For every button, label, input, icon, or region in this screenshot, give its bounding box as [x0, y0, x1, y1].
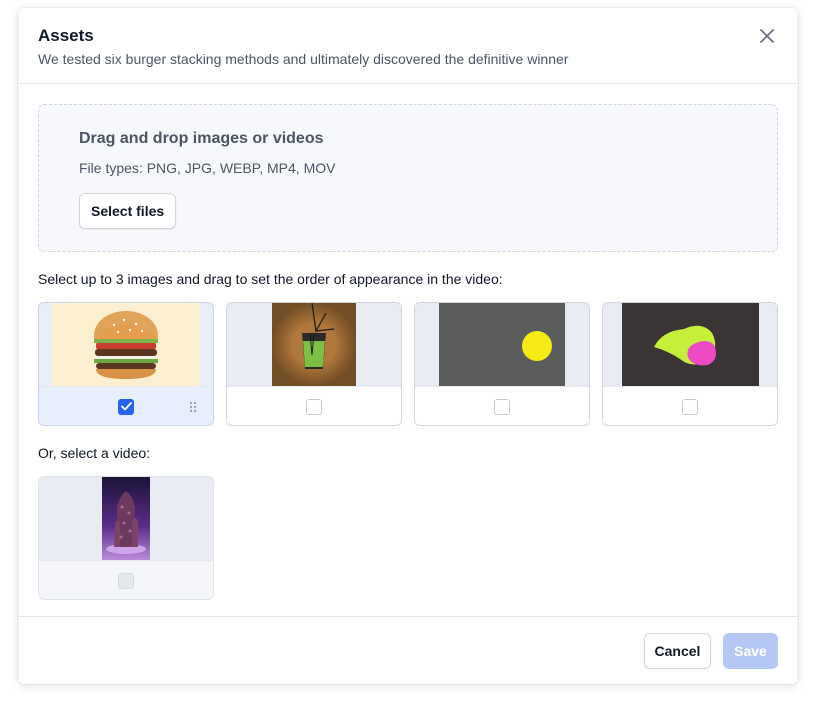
image-checkbox-green-drink[interactable] [306, 398, 322, 415]
image-card-abstract-blob[interactable] [602, 302, 778, 426]
video-select-row [39, 560, 213, 599]
tower-video-thumbnail [102, 477, 150, 560]
image-select-row [415, 386, 589, 425]
video-card-tower [38, 476, 214, 600]
image-checkbox-burger[interactable] [118, 398, 134, 415]
assets-modal: Assets We tested six burger stacking met… [18, 8, 798, 684]
image-checkbox-yellow-dot[interactable] [494, 398, 510, 415]
drag-handle-icon[interactable] [189, 401, 197, 413]
thumb-area [227, 303, 401, 386]
modal-subtitle: We tested six burger stacking methods an… [38, 51, 569, 67]
video-checkbox-tower [118, 572, 134, 589]
save-button[interactable]: Save [723, 632, 778, 669]
thumb-area [415, 303, 589, 386]
modal-footer: Cancel Save [18, 616, 798, 684]
image-select-row [227, 386, 401, 425]
close-icon[interactable] [758, 27, 776, 45]
thumb-area [39, 477, 213, 560]
modal-title: Assets [38, 26, 94, 45]
dropzone-title: Drag and drop images or videos [79, 130, 324, 147]
video-section-label: Or, select a video: [38, 445, 151, 461]
image-card-green-drink[interactable] [226, 302, 402, 426]
image-grid [38, 302, 778, 426]
yellow-dot-thumbnail [439, 303, 565, 386]
green-drink-thumbnail [272, 303, 356, 386]
images-section-label: Select up to 3 images and drag to set th… [38, 271, 503, 287]
abstract-blob-thumbnail [621, 303, 759, 386]
burger-thumbnail [52, 303, 200, 386]
thumb-area [39, 303, 213, 386]
file-dropzone[interactable]: Drag and drop images or videos File type… [38, 104, 778, 252]
image-select-row [39, 386, 213, 425]
modal-header: Assets We tested six burger stacking met… [18, 8, 798, 84]
thumb-area [603, 303, 777, 386]
dropzone-file-types: File types: PNG, JPG, WEBP, MP4, MOV [79, 160, 336, 176]
image-card-yellow-dot[interactable] [414, 302, 590, 426]
image-card-burger[interactable] [38, 302, 214, 426]
image-checkbox-abstract-blob[interactable] [682, 398, 698, 415]
checkmark-icon [120, 402, 132, 411]
video-grid [38, 476, 778, 600]
image-select-row [603, 386, 777, 425]
cancel-button[interactable]: Cancel [644, 632, 711, 669]
modal-body: Drag and drop images or videos File type… [18, 84, 798, 600]
select-files-button[interactable]: Select files [79, 193, 177, 229]
